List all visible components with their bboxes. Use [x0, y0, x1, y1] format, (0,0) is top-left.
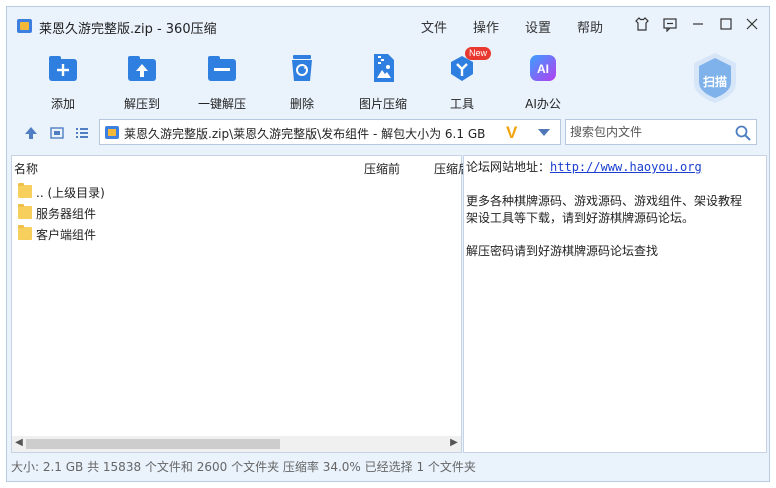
- comment-line-2: 更多各种棋牌源码、游戏源码、游戏组件、架设教程: [466, 194, 743, 208]
- delete-label: 删除: [289, 97, 314, 111]
- thumbnail-view-icon[interactable]: [49, 125, 65, 141]
- tools-button[interactable]: New 工具: [427, 47, 497, 112]
- archive-comment-pane: 论坛网站地址：http://www.haoyou.org 更多各种棋牌源码、游戏…: [463, 155, 767, 453]
- window-title: 莱恩久游完整版.zip - 360压缩: [39, 22, 217, 37]
- brand-v-icon[interactable]: V: [506, 123, 517, 143]
- list-item-label: .. (上级目录): [36, 186, 105, 200]
- address-path: 莱恩久游完整版.zip\莱恩久游完整版\发布组件 - 解包大小为 6.1 GB: [124, 127, 486, 141]
- zip-file-icon: [105, 126, 119, 139]
- address-bar[interactable]: 莱恩久游完整版.zip\莱恩久游完整版\发布组件 - 解包大小为 6.1 GB …: [99, 119, 561, 145]
- maximize-icon[interactable]: [717, 16, 735, 34]
- title-bar: 莱恩久游完整版.zip - 360压缩 文件 操作 设置 帮助: [7, 7, 769, 45]
- status-bar: 大小: 2.1 GB 共 15838 个文件和 2600 个文件夹 压缩率 34…: [11, 460, 476, 474]
- scan-label: 扫描: [702, 75, 727, 89]
- delete-button[interactable]: 删除: [267, 51, 337, 112]
- one-click-extract-label: 一键解压: [197, 97, 246, 111]
- scroll-right-icon[interactable]: ▶: [448, 437, 460, 448]
- recycle-bin-icon: [285, 51, 319, 85]
- extract-to-icon: [125, 51, 159, 85]
- image-compress-label: 图片压缩: [358, 97, 407, 111]
- add-icon: [46, 51, 80, 85]
- add-button[interactable]: 添加: [28, 51, 98, 112]
- tools-icon: New: [445, 47, 492, 85]
- column-compressed-before[interactable]: 压缩前: [364, 160, 400, 177]
- scrollbar-thumb[interactable]: [26, 439, 280, 449]
- folder-icon: [18, 204, 32, 219]
- tools-new-badge: New: [465, 47, 492, 60]
- column-name[interactable]: 名称: [14, 160, 38, 177]
- extract-to-label: 解压到: [123, 97, 160, 111]
- horizontal-scrollbar[interactable]: ◀ ▶: [12, 436, 461, 452]
- image-compress-button[interactable]: 图片压缩: [348, 51, 418, 112]
- search-input[interactable]: [570, 123, 730, 141]
- comment-line-3: 架设工具等下载，请到好游棋牌源码论坛。: [466, 211, 695, 225]
- archive-logo-icon: [17, 19, 32, 33]
- extract-to-button[interactable]: 解压到: [107, 51, 177, 112]
- menu-settings[interactable]: 设置: [525, 17, 551, 36]
- forum-url-link[interactable]: http://www.haoyou.org: [550, 160, 702, 174]
- list-item-label: 客户端组件: [36, 228, 97, 242]
- forum-address-line: 论坛网站地址：http://www.haoyou.org: [466, 158, 702, 175]
- list-view-icon[interactable]: [74, 125, 90, 141]
- scan-button[interactable]: 扫描: [690, 51, 740, 105]
- chevron-down-icon[interactable]: [538, 129, 550, 136]
- list-item-label: 服务器组件: [36, 207, 97, 221]
- feedback-icon[interactable]: [661, 16, 679, 34]
- ai-office-icon: AI: [526, 51, 560, 85]
- menu-help[interactable]: 帮助: [577, 17, 603, 36]
- file-list-pane: 名称 压缩前 压缩后 .. (上级目录) 服务器组件 客户端组件 ◀ ▶: [11, 155, 470, 453]
- up-arrow-icon[interactable]: [23, 125, 39, 141]
- scroll-left-icon[interactable]: ◀: [13, 437, 25, 448]
- close-icon[interactable]: [743, 16, 761, 34]
- tools-label: 工具: [449, 97, 474, 111]
- minimize-icon[interactable]: [689, 16, 707, 34]
- ai-office-label: AI办公: [525, 97, 561, 111]
- comment-line-4: 解压密码请到好游棋牌源码论坛查找: [466, 244, 659, 258]
- file-list-header: 名称 压缩前 压缩后: [12, 156, 470, 178]
- menu-file[interactable]: 文件: [421, 17, 447, 36]
- search-icon[interactable]: [734, 124, 752, 142]
- folder-icon: [18, 183, 32, 198]
- search-box: [565, 119, 757, 145]
- image-compress-icon: [366, 51, 400, 85]
- one-click-extract-button[interactable]: 一键解压: [187, 51, 257, 112]
- app-window: 莱恩久游完整版.zip - 360压缩 文件 操作 设置 帮助 添加 解压到 一…: [6, 6, 770, 482]
- one-click-extract-icon: [205, 51, 239, 85]
- ai-icon-text: AI: [537, 62, 549, 76]
- ai-office-button[interactable]: AI AI办公: [508, 51, 578, 112]
- add-label: 添加: [50, 97, 75, 111]
- menu-operation[interactable]: 操作: [473, 17, 499, 36]
- forum-address-label: 论坛网站地址：: [466, 160, 551, 174]
- folder-icon: [18, 225, 32, 240]
- skin-icon[interactable]: [633, 16, 651, 34]
